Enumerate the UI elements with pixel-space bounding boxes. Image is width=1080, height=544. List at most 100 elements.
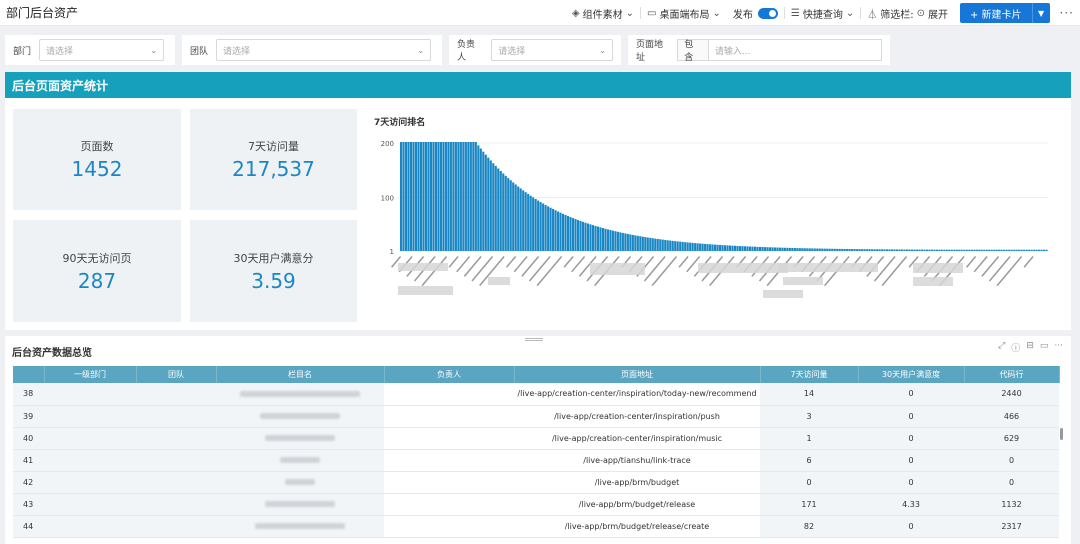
components-button[interactable]: ◈ 组件素材 ⌄ — [566, 3, 640, 23]
chart-bar[interactable] — [427, 142, 430, 251]
chart-bar[interactable] — [771, 247, 774, 251]
chart-bar[interactable] — [883, 249, 886, 251]
chart-bar[interactable] — [761, 247, 764, 251]
chart-bar[interactable] — [544, 204, 547, 251]
chart-bar[interactable] — [507, 178, 510, 251]
chart-bar[interactable] — [437, 142, 440, 251]
chart-bar[interactable] — [404, 142, 408, 251]
chart-bar[interactable] — [1025, 249, 1028, 251]
chart-bar[interactable] — [442, 142, 445, 251]
chart-bar[interactable] — [586, 223, 590, 251]
chart-bar[interactable] — [656, 238, 659, 251]
chart-bar[interactable] — [514, 184, 517, 251]
chart-bar[interactable] — [464, 142, 467, 251]
chart-bar[interactable] — [920, 249, 924, 251]
resize-handle[interactable] — [525, 338, 543, 341]
chart-bar[interactable] — [674, 241, 677, 251]
chart-bar[interactable] — [950, 249, 953, 251]
chart-bar[interactable] — [499, 170, 502, 251]
chart-bar[interactable] — [1045, 249, 1048, 251]
chart-bar[interactable] — [938, 249, 941, 251]
chart-bar[interactable] — [913, 249, 916, 251]
chart-bar[interactable] — [636, 235, 639, 251]
chart-bar[interactable] — [479, 148, 482, 251]
team-select[interactable]: 请选择 ⌄ — [216, 39, 432, 61]
chart-bar[interactable] — [1020, 249, 1023, 251]
chart-bar[interactable] — [624, 233, 627, 251]
chart-bar[interactable] — [1013, 249, 1016, 251]
chart-bar[interactable] — [504, 175, 507, 251]
chart-bar[interactable] — [547, 206, 550, 251]
chart-bar[interactable] — [1038, 249, 1041, 251]
table-row[interactable]: 43/live-app/brm/budget/release 171 4.33 113… — [13, 493, 1059, 516]
chart-bar[interactable] — [559, 212, 562, 251]
chart-bar[interactable] — [965, 249, 968, 251]
chart-bar[interactable] — [945, 249, 948, 251]
chart-bar[interactable] — [571, 218, 575, 251]
chart-bar[interactable] — [955, 249, 958, 251]
chart-bar[interactable] — [826, 248, 829, 251]
chart-bar[interactable] — [808, 248, 811, 251]
chart-bar[interactable] — [736, 245, 739, 251]
chart-bar[interactable] — [895, 249, 899, 251]
chart-bar[interactable] — [843, 248, 846, 251]
comment-icon[interactable]: ▭ — [1040, 341, 1049, 354]
chart-bar[interactable] — [439, 142, 442, 251]
chart-bar[interactable] — [985, 249, 988, 251]
chart-bar[interactable] — [868, 249, 871, 251]
page-url-input[interactable]: 请输入... — [707, 39, 882, 61]
more-icon[interactable]: ··· — [1054, 341, 1063, 354]
chart-bar[interactable] — [552, 209, 555, 251]
chart-bar[interactable] — [566, 216, 570, 251]
chart-bar[interactable] — [731, 245, 734, 251]
chart-bar[interactable] — [851, 249, 854, 251]
table-icon[interactable]: ⊟ — [1026, 341, 1034, 354]
chart-bar[interactable] — [890, 249, 894, 251]
chart-bar[interactable] — [923, 249, 926, 251]
chart-bar[interactable] — [960, 249, 963, 251]
chart-bar[interactable] — [699, 243, 702, 251]
chart-bar[interactable] — [893, 249, 896, 251]
chart-bar[interactable] — [502, 173, 505, 251]
chart-bar[interactable] — [419, 142, 423, 251]
chart-bar[interactable] — [768, 247, 771, 251]
chart-bar[interactable] — [918, 249, 921, 251]
header-satisfaction[interactable]: 30天用户满意度 — [858, 366, 965, 383]
chart-bar[interactable] — [492, 163, 495, 251]
chart-bar[interactable] — [846, 248, 849, 251]
chart-bar[interactable] — [564, 214, 567, 251]
header-team[interactable]: 团队 — [136, 366, 217, 383]
chart-bar[interactable] — [524, 192, 527, 251]
chart-bar[interactable] — [801, 248, 804, 251]
chart-bar[interactable] — [469, 142, 472, 251]
chart-bar[interactable] — [449, 142, 452, 251]
chart-bar[interactable] — [953, 249, 956, 251]
chart-bar[interactable] — [454, 142, 457, 251]
chart-bar[interactable] — [968, 249, 971, 251]
chart-bar[interactable] — [487, 157, 490, 251]
chart-bar[interactable] — [669, 240, 672, 251]
chart-bar[interactable] — [988, 249, 991, 251]
chart-bar[interactable] — [542, 203, 545, 251]
chart-bar[interactable] — [881, 249, 884, 251]
chart-bar[interactable] — [728, 245, 732, 251]
more-icon[interactable]: ··· — [1060, 6, 1074, 20]
chart-bar[interactable] — [611, 230, 614, 251]
chart-bar[interactable] — [634, 235, 637, 251]
chart-bar[interactable] — [908, 249, 911, 251]
chart-bar[interactable] — [726, 245, 729, 251]
chart-bar[interactable] — [407, 142, 410, 251]
chart-bar[interactable] — [402, 142, 405, 251]
chart-bar[interactable] — [512, 182, 515, 251]
chart-bar[interactable] — [462, 142, 465, 251]
chart-bar[interactable] — [537, 200, 540, 251]
chart-bar[interactable] — [796, 248, 799, 251]
chart-bar[interactable] — [915, 249, 919, 251]
chart-bar[interactable] — [706, 244, 709, 251]
chart-bar[interactable] — [509, 180, 512, 251]
chart-bar[interactable] — [806, 248, 809, 251]
header-page-url[interactable]: 页面地址 — [514, 366, 761, 383]
chart-bar[interactable] — [858, 249, 861, 251]
header-7day-visits[interactable]: 7天访问量 — [760, 366, 859, 383]
chart-bar[interactable] — [1000, 249, 1003, 251]
